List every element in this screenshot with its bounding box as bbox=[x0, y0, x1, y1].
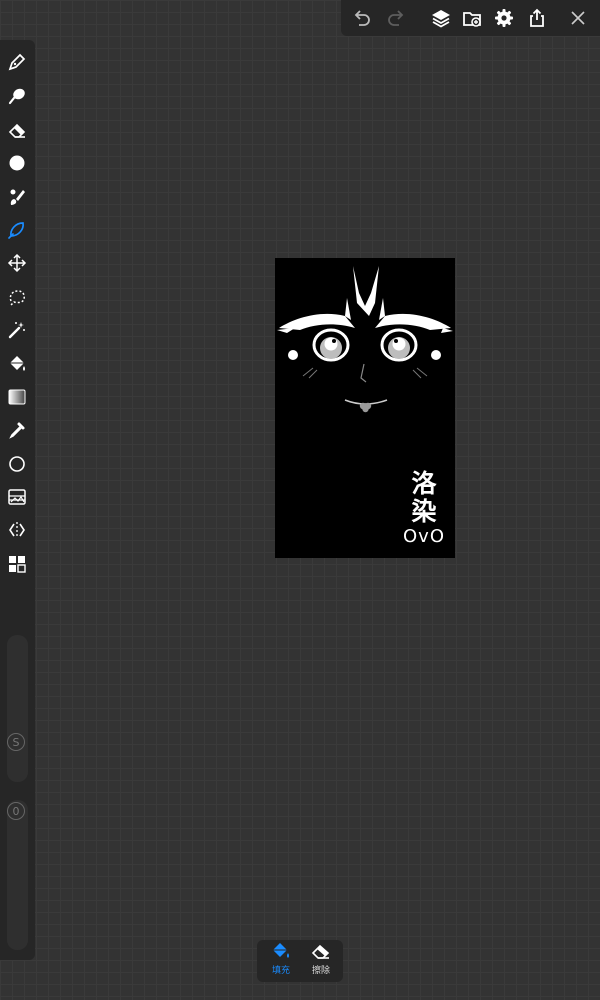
magic-wand-icon bbox=[8, 322, 25, 339]
brush-size-slider[interactable] bbox=[7, 635, 28, 782]
adjust-image-icon bbox=[8, 489, 26, 505]
magic-wand-tool[interactable] bbox=[2, 315, 32, 345]
signature-line-2: 染 bbox=[411, 497, 437, 526]
grid-apps-icon bbox=[9, 556, 26, 573]
eraser-icon bbox=[311, 944, 330, 959]
settings-icon bbox=[495, 9, 513, 27]
color-tool[interactable] bbox=[2, 148, 32, 178]
pen-tool[interactable] bbox=[2, 47, 32, 77]
redo-button[interactable] bbox=[381, 3, 411, 33]
artwork-signature: 洛 染 OvO bbox=[401, 470, 447, 548]
selection-icon bbox=[9, 290, 25, 306]
share-button[interactable] bbox=[522, 3, 552, 33]
layers-button[interactable] bbox=[426, 3, 456, 33]
smudge-tool[interactable] bbox=[2, 81, 32, 111]
gradient-icon bbox=[8, 389, 26, 405]
symmetry-tool[interactable] bbox=[2, 515, 32, 545]
close-button[interactable] bbox=[563, 3, 593, 33]
fill-mode-bar: 填充 擦除 bbox=[257, 940, 343, 982]
eraser-tool[interactable] bbox=[2, 115, 32, 145]
redo-icon bbox=[388, 10, 404, 26]
size-slider-label: S bbox=[7, 733, 25, 751]
symmetry-icon bbox=[9, 522, 25, 538]
brush-tool[interactable] bbox=[2, 182, 32, 212]
brush-icon bbox=[10, 189, 25, 205]
transform-tool[interactable] bbox=[2, 248, 32, 278]
eyedropper-icon bbox=[9, 422, 25, 439]
close-icon bbox=[571, 11, 585, 25]
circle-shape-icon bbox=[9, 456, 25, 472]
transform-icon bbox=[7, 253, 27, 273]
pen-icon bbox=[8, 53, 26, 71]
gradient-tool[interactable] bbox=[2, 382, 32, 412]
eraser-icon bbox=[8, 123, 26, 138]
paint-bucket-icon bbox=[10, 356, 25, 371]
fill-tool[interactable] bbox=[2, 349, 32, 379]
selection-tool[interactable] bbox=[2, 282, 32, 312]
opacity-slider-label: 0 bbox=[7, 802, 25, 820]
erase-mode-label: 擦除 bbox=[311, 966, 330, 976]
shape-tool[interactable] bbox=[2, 449, 32, 479]
import-icon bbox=[463, 12, 481, 27]
import-button[interactable] bbox=[457, 3, 487, 33]
lasso-fill-icon bbox=[8, 222, 24, 239]
smudge-icon bbox=[8, 88, 25, 105]
signature-line-1: 洛 bbox=[411, 469, 437, 498]
layers-icon bbox=[432, 10, 450, 28]
top-toolbar bbox=[341, 0, 600, 36]
fill-mode-button[interactable]: 填充 bbox=[264, 942, 298, 980]
settings-button[interactable] bbox=[489, 3, 519, 33]
lasso-fill-tool[interactable] bbox=[2, 215, 32, 245]
erase-mode-button[interactable]: 擦除 bbox=[304, 942, 338, 980]
color-icon bbox=[9, 155, 25, 171]
share-icon bbox=[530, 8, 544, 27]
artwork-canvas[interactable]: 洛 染 OvO bbox=[275, 258, 455, 558]
fill-mode-label: 填充 bbox=[271, 966, 290, 976]
more-tool[interactable] bbox=[2, 549, 32, 579]
paint-bucket-icon bbox=[273, 943, 289, 958]
opacity-slider[interactable] bbox=[7, 800, 28, 950]
signature-line-3: OvO bbox=[403, 526, 445, 547]
left-toolbar: S 0 bbox=[0, 40, 35, 960]
undo-button[interactable] bbox=[347, 3, 377, 33]
eyedropper-tool[interactable] bbox=[2, 415, 32, 445]
undo-icon bbox=[354, 10, 370, 26]
adjust-tool[interactable] bbox=[2, 482, 32, 512]
